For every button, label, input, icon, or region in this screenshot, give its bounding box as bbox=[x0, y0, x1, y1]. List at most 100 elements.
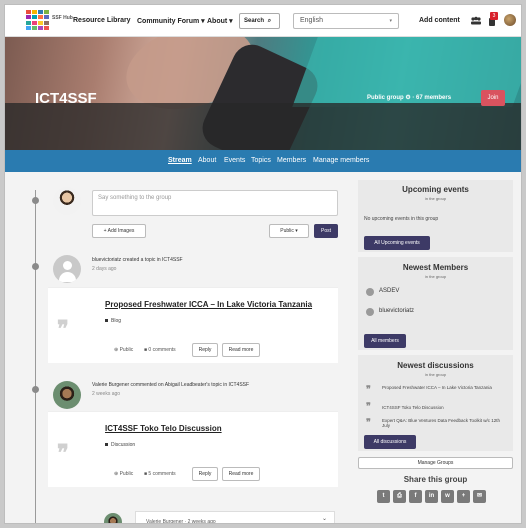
quote-icon: ❞ bbox=[57, 316, 69, 342]
logo-tile bbox=[32, 15, 37, 20]
reply-button[interactable]: Reply bbox=[192, 467, 218, 481]
card-tag: Blog bbox=[105, 318, 121, 324]
search-icon: ⌕ bbox=[267, 18, 272, 24]
newest-members-title: Newest Members bbox=[402, 263, 469, 272]
discussion-link[interactable]: Expert Q&A: Blue Ventures Data Feedback … bbox=[382, 418, 507, 428]
logo-tile bbox=[32, 25, 37, 30]
comments-count[interactable]: ■ 5 comments bbox=[144, 471, 176, 477]
nav-about[interactable]: About ▾ bbox=[207, 17, 233, 25]
add-images-button[interactable]: + Add Images bbox=[92, 224, 146, 238]
tab-about[interactable]: About bbox=[198, 157, 216, 164]
upcoming-events-title: Upcoming events bbox=[402, 185, 469, 194]
facebook-icon[interactable]: f bbox=[409, 490, 422, 503]
post-composer-input[interactable]: Say something to the group bbox=[92, 190, 338, 216]
stream-card: Proposed Freshwater ICCA – In Lake Victo… bbox=[48, 287, 338, 363]
whatsapp-icon[interactable]: w bbox=[441, 490, 454, 503]
users-icon[interactable] bbox=[470, 14, 482, 26]
share-icons: t ⎙ f in w + ✉ bbox=[377, 490, 486, 503]
logo-text: SSF Hub bbox=[52, 15, 73, 21]
activity-time: 2 days ago bbox=[92, 266, 117, 272]
twitter-icon[interactable]: t bbox=[377, 490, 390, 503]
logo-tile bbox=[44, 25, 49, 30]
linkedin-icon[interactable]: in bbox=[425, 490, 438, 503]
search-button[interactable]: Search ⌕ bbox=[239, 13, 280, 29]
member-avatar-icon bbox=[366, 288, 374, 296]
logo-tile bbox=[44, 15, 49, 20]
card-title-link[interactable]: Proposed Freshwater ICCA – In Lake Victo… bbox=[105, 300, 312, 309]
plus-icon[interactable]: + bbox=[457, 490, 470, 503]
activity-time: 2 weeks ago bbox=[92, 391, 121, 397]
tab-members[interactable]: Members bbox=[277, 157, 306, 164]
discussion-link[interactable]: Proposed Freshwater ICCA – In Lake Victo… bbox=[382, 385, 507, 390]
logo-tile bbox=[38, 20, 43, 25]
newest-discussions-block: Newest discussions in the group ❞ Propos… bbox=[358, 355, 513, 451]
tab-events[interactable]: Events bbox=[224, 157, 245, 164]
read-more-button[interactable]: Read more bbox=[222, 467, 260, 481]
member-avatar-icon bbox=[366, 308, 374, 316]
globe-icon: ⊕ bbox=[114, 347, 119, 353]
logo-tile bbox=[26, 25, 31, 30]
share-title: Share this group bbox=[403, 475, 468, 484]
stream-card: ICT4SSF Toko Telo Discussion Discussion … bbox=[48, 411, 338, 487]
read-more-button[interactable]: Read more bbox=[222, 343, 260, 357]
activity-line: bluevictoriatz created a topic in ICT4SS… bbox=[92, 257, 183, 272]
manage-groups-button[interactable]: Manage Groups bbox=[358, 457, 513, 469]
post-button[interactable]: Post bbox=[314, 224, 338, 238]
quote-icon: ❞ bbox=[366, 402, 371, 412]
reply-button[interactable]: Reply bbox=[192, 343, 218, 357]
current-user-avatar bbox=[53, 187, 81, 215]
all-discussions-button[interactable]: All discussions bbox=[364, 435, 416, 449]
logo-tile bbox=[38, 25, 43, 30]
group-meta: Public group ⚙ · 67 members bbox=[367, 95, 452, 101]
logo-tile bbox=[44, 20, 49, 25]
user-avatar bbox=[53, 381, 81, 409]
page-frame: SSF Hub Resource Library Community Forum… bbox=[4, 4, 522, 524]
nav-resource-library[interactable]: Resource Library bbox=[73, 17, 131, 24]
logo-tile bbox=[32, 10, 37, 14]
chevron-down-icon: ▾ bbox=[389, 18, 392, 24]
logo-tile bbox=[32, 20, 37, 25]
logo-tile bbox=[44, 10, 49, 14]
member-name[interactable]: bluevictoriatz bbox=[379, 308, 414, 314]
newest-members-block: Newest Members in the group ASDEV bluevi… bbox=[358, 257, 513, 350]
member-name[interactable]: ASDEV bbox=[379, 288, 399, 294]
no-events-text: No upcoming events in this group bbox=[364, 216, 439, 222]
activity-line: Valerie Burgener commented on Abigail Le… bbox=[92, 382, 249, 397]
tab-stream[interactable]: Stream bbox=[168, 157, 192, 164]
user-avatar[interactable] bbox=[504, 14, 516, 26]
timeline-dot bbox=[32, 263, 39, 270]
logo-tile bbox=[38, 15, 43, 20]
visibility-indicator: ⊕ Public bbox=[114, 471, 133, 477]
newest-discussions-sub: in the group bbox=[424, 372, 447, 377]
commenter-avatar bbox=[104, 513, 122, 523]
all-members-button[interactable]: All members bbox=[364, 334, 406, 348]
tab-topics[interactable]: Topics bbox=[251, 157, 271, 164]
language-value: English bbox=[300, 17, 323, 24]
notification-badge: 3 bbox=[490, 12, 498, 20]
newest-members-sub: in the group bbox=[424, 274, 447, 279]
comments-count[interactable]: ■ 0 comments bbox=[144, 347, 176, 353]
tab-manage-members[interactable]: Manage members bbox=[313, 157, 369, 164]
print-icon[interactable]: ⎙ bbox=[393, 490, 406, 503]
logo-tile bbox=[26, 20, 31, 25]
comment-icon: ■ bbox=[144, 471, 148, 477]
chevron-down-icon[interactable]: ⌄ bbox=[322, 515, 327, 522]
card-title-link[interactable]: ICT4SSF Toko Telo Discussion bbox=[105, 424, 222, 433]
comments-label: 0 comments bbox=[148, 347, 176, 353]
timeline-dot bbox=[32, 386, 39, 393]
globe-icon: ⊕ bbox=[114, 471, 119, 477]
group-tabs: Stream About Events Topics Members Manag… bbox=[5, 150, 521, 172]
join-button[interactable]: Join bbox=[481, 90, 505, 106]
nav-community-forum[interactable]: Community Forum ▾ bbox=[137, 17, 205, 25]
all-upcoming-events-button[interactable]: All Upcoming events bbox=[364, 236, 430, 250]
discussion-link[interactable]: ICT4SSF Toko Telo Discussion bbox=[382, 405, 507, 410]
visibility-indicator: ⊕ Public bbox=[114, 347, 133, 353]
visibility-label: Public bbox=[119, 347, 134, 353]
add-content-link[interactable]: Add content bbox=[419, 17, 460, 24]
visibility-select[interactable]: Public ▾ bbox=[269, 224, 309, 238]
email-icon[interactable]: ✉ bbox=[473, 490, 486, 503]
language-select[interactable]: English ▾ bbox=[293, 13, 399, 29]
timeline-dot bbox=[32, 197, 39, 204]
user-avatar-default bbox=[53, 255, 81, 283]
ssf-hub-logo[interactable] bbox=[26, 10, 49, 30]
